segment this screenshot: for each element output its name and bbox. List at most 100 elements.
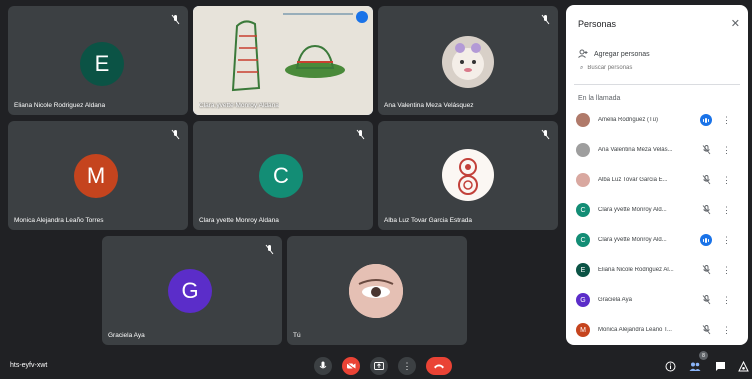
mic-off-icon [541,127,550,140]
video-tile[interactable]: C Clara yvette Monroy Aldana [193,121,373,230]
participant-name: Graciela Aya [108,332,145,339]
more-icon[interactable]: ⋮ [722,295,731,306]
more-icon[interactable]: ⋮ [722,235,731,246]
meeting-details-button[interactable] [664,360,676,372]
people-panel: Personas ✕ Agregar personas ⌕ En la llam… [566,5,748,345]
chat-button[interactable] [714,360,726,372]
mic-off-icon [700,264,712,276]
participant-name: Alba Luz Tovar Garcia E... [598,177,668,183]
panel-title: Personas [578,19,617,29]
end-call-icon [434,364,444,369]
activities-icon [737,360,749,371]
speaking-icon [700,234,712,246]
more-icon[interactable]: ⋮ [722,145,731,156]
add-person-icon [578,49,588,60]
participant-name: Graciela Aya [598,297,632,303]
mic-off-icon [700,324,712,336]
avatar [442,149,494,201]
mic-icon [319,361,327,369]
participant-name: Ana Valentina Meza Velásquez [384,102,474,109]
avatar: G [168,269,212,313]
video-tile[interactable]: Tú [287,236,467,345]
avatar: C [259,154,303,198]
info-icon [665,361,675,371]
participant-name: Eliana Nicole Rodriguez Aldana [14,102,106,109]
more-icon[interactable]: ⋮ [722,265,731,276]
more-icon: ⋮ [402,360,412,371]
avatar [442,36,494,88]
add-people-label: Agregar personas [594,51,650,58]
video-feed [193,6,373,115]
participant-name: Tú [293,332,301,339]
participant-name: Clara yvette Monroy Aldana [199,217,279,224]
video-tile[interactable]: E Eliana Nicole Rodriguez Aldana [8,6,188,115]
participant-name: Clara yvette Monroy Ald... [598,207,667,213]
mic-off-icon [541,12,550,25]
meeting-code: hts-eyfv-xwt [10,362,48,369]
mic-off-icon [700,144,712,156]
video-tile[interactable]: M Monica Alejandra Leaño Torres [8,121,188,230]
participant-row[interactable]: C Clara yvette Monroy Ald... ⋮ [576,231,744,249]
camera-off-icon [346,362,356,370]
avatar [576,113,590,127]
participant-row[interactable]: E Eliana Nicole Rodriguez Al... ⋮ [576,261,744,279]
participant-row[interactable]: C Clara yvette Monroy Ald... ⋮ [576,201,744,219]
participant-row[interactable]: Ana Valentina Meza Velás... ⋮ [576,141,744,159]
people-button[interactable] [689,360,701,372]
mic-off-icon [700,204,712,216]
mic-off-icon [700,174,712,186]
avatar: M [74,154,118,198]
more-icon[interactable]: ⋮ [722,205,731,216]
participant-name: Amelia Rodriguez (Tú) [598,117,659,123]
people-count-badge: 8 [699,351,708,360]
section-label: En la llamada [578,95,621,102]
add-people-button[interactable]: Agregar personas [578,49,650,60]
mic-off-icon [265,242,274,255]
more-options-button[interactable]: ⋮ [398,357,416,375]
video-tile[interactable]: G Graciela Aya [102,236,282,345]
mic-off-icon [700,294,712,306]
participant-name: Clara yvette Monroy Aldana [199,102,279,109]
avatar: M [576,323,590,337]
video-tile[interactable]: Ana Valentina Meza Velásquez [378,6,558,115]
avatar: E [576,263,590,277]
avatar [576,143,590,157]
avatar [576,173,590,187]
search-field[interactable]: ⌕ [574,63,740,85]
participant-name: Eliana Nicole Rodriguez Al... [598,267,674,273]
participant-name: Monica Alejandra Leaño Torres [14,217,104,224]
mic-button[interactable] [314,357,332,375]
mic-off-icon [171,12,180,25]
more-icon[interactable]: ⋮ [722,115,731,126]
avatar: C [576,233,590,247]
mic-off-icon [356,127,365,140]
speaking-indicator [356,11,368,23]
participant-row[interactable]: M Monica Alejandra Leaño T... ⋮ [576,321,744,339]
activities-button[interactable] [737,360,749,372]
present-icon [374,362,384,370]
chat-icon [715,361,725,371]
video-tile[interactable]: Alba Luz Tovar Garcia Estrada [378,121,558,230]
speaking-icon [700,114,712,126]
participant-row[interactable]: G Graciela Aya ⋮ [576,291,744,309]
search-input[interactable] [587,65,728,71]
people-icon [689,362,701,371]
participant-row[interactable]: Amelia Rodriguez (Tú) ⋮ [576,111,744,129]
end-call-button[interactable] [426,357,452,375]
participant-name: Monica Alejandra Leaño T... [598,327,672,333]
more-icon[interactable]: ⋮ [722,175,731,186]
avatar: E [80,42,124,86]
avatar: C [576,203,590,217]
participant-name: Ana Valentina Meza Velás... [598,147,673,153]
more-icon[interactable]: ⋮ [722,325,731,336]
close-icon[interactable]: ✕ [731,17,740,30]
video-tile[interactable]: Clara yvette Monroy Aldana [193,6,373,115]
mic-off-icon [171,127,180,140]
camera-button[interactable] [342,357,360,375]
avatar: G [576,293,590,307]
avatar [349,264,403,318]
search-icon: ⌕ [580,65,584,71]
participant-name: Clara yvette Monroy Ald... [598,237,667,243]
participant-row[interactable]: Alba Luz Tovar Garcia E... ⋮ [576,171,744,189]
present-button[interactable] [370,357,388,375]
